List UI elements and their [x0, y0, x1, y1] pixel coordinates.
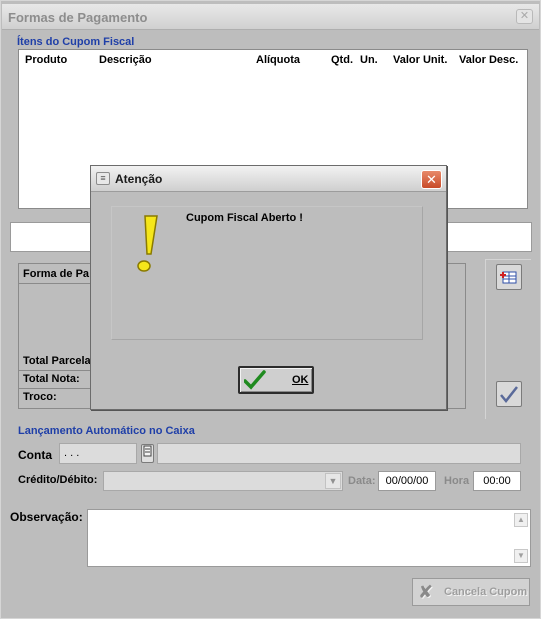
- conta-code-field[interactable]: . . .: [59, 443, 137, 464]
- main-titlebar: Formas de Pagamento ✕: [2, 4, 539, 30]
- scroll-up-icon[interactable]: ▲: [514, 513, 528, 527]
- data-label: Data:: [348, 475, 376, 487]
- chevron-down-icon[interactable]: ▼: [325, 473, 341, 489]
- conta-label: Conta: [18, 448, 52, 462]
- conta-description-field[interactable]: [157, 443, 521, 464]
- ok-button[interactable]: OK: [238, 366, 314, 394]
- dialog-titlebar[interactable]: ≡ Atenção ✕: [91, 166, 446, 192]
- row-divider: [19, 370, 94, 371]
- payment-header-divider: [19, 283, 94, 284]
- data-field[interactable]: 00/00/00: [378, 471, 436, 491]
- row-divider: [19, 388, 94, 389]
- window-title: Formas de Pagamento: [8, 10, 148, 25]
- col-header-qtd[interactable]: Qtd.: [331, 54, 353, 66]
- hora-field[interactable]: 00:00: [473, 471, 521, 491]
- app-icon: ≡: [96, 172, 110, 185]
- col-header-valor-unit[interactable]: Valor Unit.: [393, 54, 447, 66]
- col-header-descricao[interactable]: Descrição: [99, 54, 152, 66]
- col-header-produto[interactable]: Produto: [25, 54, 67, 66]
- conta-lookup-button[interactable]: [141, 444, 154, 463]
- checkmark-icon: [500, 386, 518, 403]
- table-add-icon: [500, 271, 517, 284]
- total-nota-label: Total Nota:: [23, 373, 80, 385]
- total-parcelas-label: Total Parcela: [23, 355, 91, 367]
- col-header-un[interactable]: Un.: [360, 54, 378, 66]
- troco-label: Troco:: [23, 391, 57, 403]
- attention-dialog: ≡ Atenção ✕ Cupom Fiscal Aberto ! OK: [90, 165, 447, 410]
- items-section-title: Ítens do Cupom Fiscal: [17, 36, 135, 48]
- dialog-close-button[interactable]: ✕: [421, 170, 442, 189]
- green-checkmark-icon: [244, 370, 266, 390]
- cancela-cupom-button[interactable]: ✘ Cancela Cupom: [412, 578, 530, 606]
- side-tools-panel: [485, 259, 531, 419]
- credito-debito-select[interactable]: ▼: [103, 471, 343, 491]
- cancela-cupom-label: Cancela Cupom: [444, 586, 528, 598]
- main-window: Formas de Pagamento ✕ Ítens do Cupom Fis…: [0, 0, 541, 619]
- payment-grid-header: Forma de Pa: [23, 268, 90, 280]
- add-payment-button[interactable]: [496, 264, 522, 290]
- scroll-down-icon[interactable]: ▼: [514, 549, 528, 563]
- observacao-label: Observação:: [10, 510, 83, 524]
- ok-label: OK: [292, 374, 309, 386]
- lookup-icon: [143, 445, 152, 457]
- window-close-button[interactable]: ✕: [516, 9, 533, 24]
- col-header-valor-desc[interactable]: Valor Desc.: [459, 54, 518, 66]
- x-icon: ✘: [418, 582, 434, 602]
- dialog-message: Cupom Fiscal Aberto !: [186, 212, 303, 224]
- credito-debito-label: Crédito/Débito:: [18, 474, 98, 486]
- dialog-title: Atenção: [115, 172, 163, 186]
- col-header-aliquota[interactable]: Alíquota: [256, 54, 300, 66]
- confirm-payment-button[interactable]: [496, 381, 522, 407]
- exclamation-icon: [137, 215, 158, 272]
- observacao-textarea[interactable]: ▲ ▼: [87, 509, 531, 567]
- hora-label: Hora: [444, 475, 470, 487]
- lancamento-section-title: Lançamento Automático no Caixa: [18, 425, 195, 437]
